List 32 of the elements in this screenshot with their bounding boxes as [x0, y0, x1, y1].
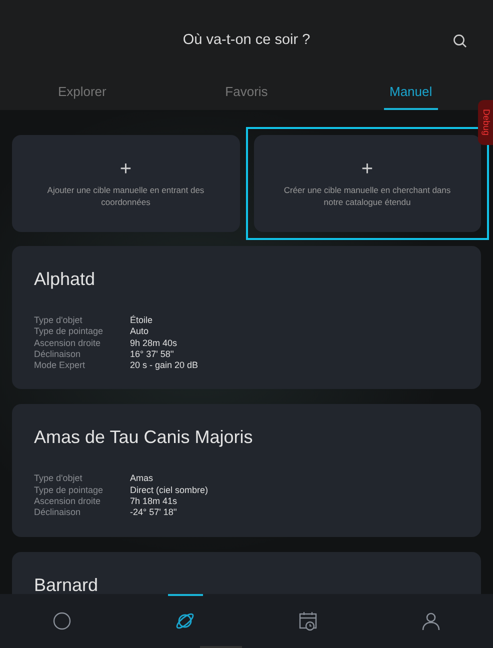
target-name: Barnard	[34, 574, 100, 594]
plus-icon: +	[361, 159, 374, 180]
detail-value: -24° 57' 18''	[130, 507, 178, 519]
target-name: Alphatd	[34, 268, 96, 291]
detail-value: 9h 28m 40s	[130, 338, 178, 349]
detail-label: Mode Expert	[34, 360, 86, 372]
detail-value: 16° 37' 58''	[130, 348, 175, 360]
search-icon[interactable]	[453, 34, 467, 48]
target-name: Amas de Tau Canis Majoris	[34, 426, 254, 450]
target-card[interactable]: Barnard	[12, 552, 481, 594]
detail-label: Ascension droite	[34, 496, 102, 508]
target-card[interactable]: Amas de Tau Canis Majoris Type d'objet Amas Type de pointage Direct (ciel sombre) Ascension droite 7h 18m 41s Déclinaison -24° 57' 18''	[12, 404, 481, 537]
card-description: Ajouter une cible manuelle en entrant des coordonnées	[46, 185, 206, 208]
target-card[interactable]: Alphatd Type d'objet Étoile Type de pointage Auto Ascension droite 9h 28m 40s Déclinaison 16° 37' 58'' Mode Expert 20 s - gain 20 dB	[12, 246, 481, 390]
detail-value: Direct (ciel sombre)	[130, 484, 210, 496]
detail-label: Déclinaison	[34, 507, 82, 519]
tab[interactable]: Explorer	[52, 82, 112, 110]
detail-label: Type d'objet	[34, 473, 84, 485]
detail-value: 7h 18m 41s	[130, 496, 178, 508]
card-description: Créer une cible manuelle en cherchant dans notre catalogue étendu	[282, 185, 452, 208]
detail-label: Ascension droite	[34, 338, 102, 349]
tab[interactable]: Favoris	[219, 82, 274, 110]
detail-label: Déclinaison	[34, 348, 82, 360]
page-title: Où va-t-on ce soir ?	[182, 31, 310, 50]
detail-label: Type de pointage	[34, 326, 104, 338]
detail-value: 20 s - gain 20 dB	[130, 360, 200, 372]
detail-value: Amas	[130, 473, 154, 485]
detail-label: Type d'objet	[34, 315, 84, 326]
detail-value: Étoile	[130, 315, 154, 326]
plus-icon: +	[120, 159, 132, 180]
detail-label: Type de pointage	[34, 484, 104, 496]
detail-value: Auto	[130, 326, 150, 338]
